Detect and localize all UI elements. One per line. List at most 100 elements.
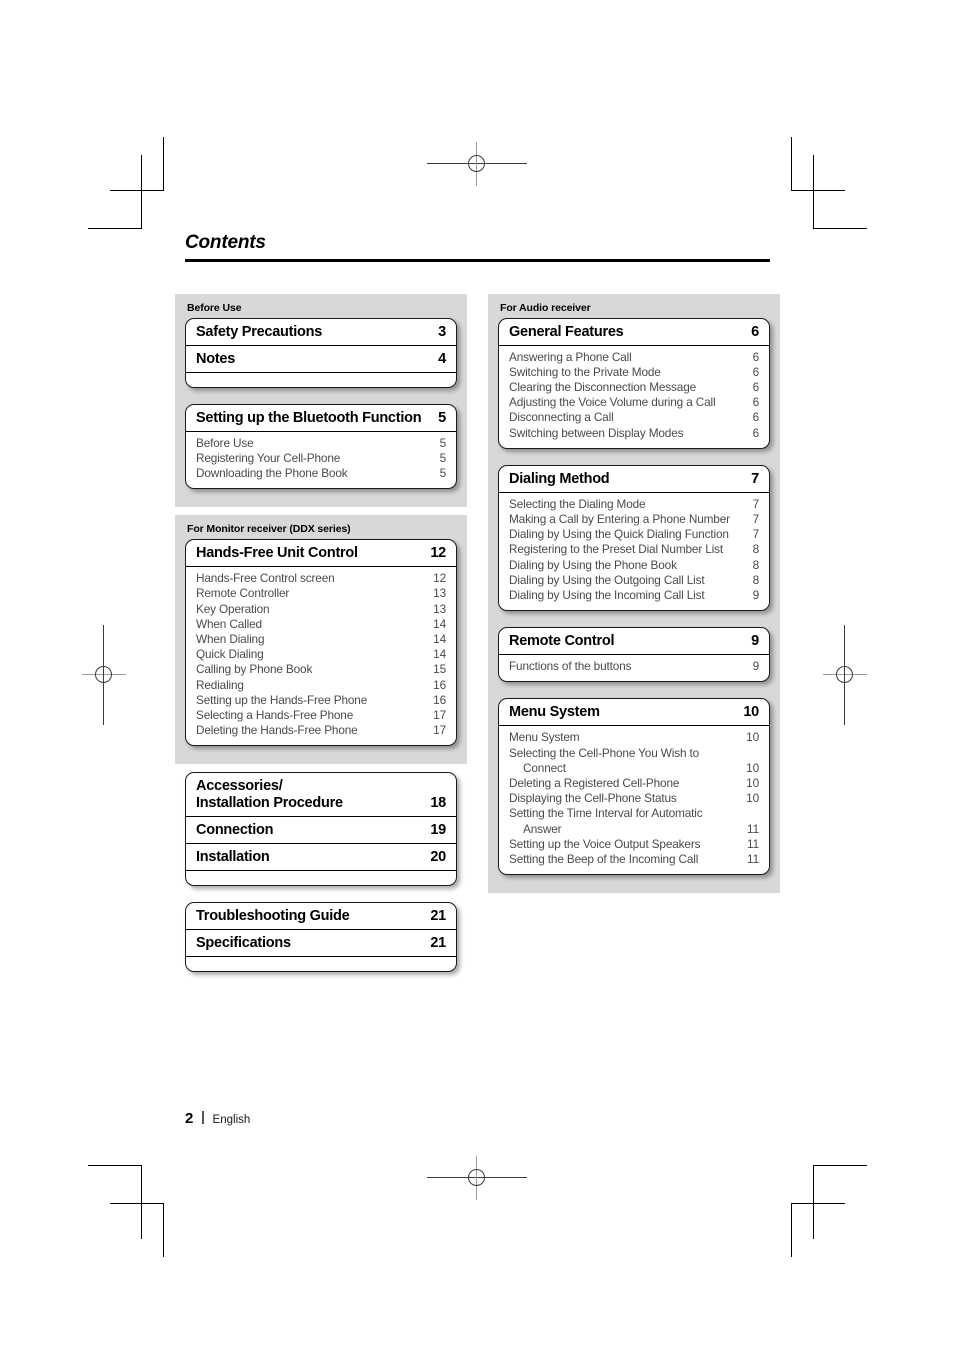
entry-page-number: 8: [752, 542, 760, 557]
entry-title: Remote Controller: [196, 586, 290, 601]
contents-major-entry[interactable]: General Features 6: [499, 319, 769, 346]
contents-sub-entry[interactable]: Clearing the Disconnection Message 6: [509, 380, 759, 395]
entry-page-number: 3: [438, 323, 446, 340]
contents-sub-entry[interactable]: Making a Call by Entering a Phone Number…: [509, 512, 759, 527]
contents-major-entry[interactable]: Menu System 10: [499, 699, 769, 727]
contents-sub-entry[interactable]: Selecting the Dialing Mode 7: [509, 497, 759, 512]
contents-sub-entry[interactable]: Disconnecting a Call 6: [509, 410, 759, 425]
contents-sub-entry[interactable]: Remote Controller 13: [196, 586, 446, 601]
contents-sub-entry[interactable]: Downloading the Phone Book 5: [196, 466, 446, 481]
contents-major-entry[interactable]: Notes 4: [186, 346, 456, 373]
contents-sub-entry[interactable]: Dialing by Using the Incoming Call List 9: [509, 588, 759, 603]
contents-sub-list: Before Use 5 Registering Your Cell-Phone 5 D…: [186, 432, 456, 489]
contents-sub-entry[interactable]: Dialing by Using the Outgoing Call List 8: [509, 573, 759, 588]
entry-page-number: 9: [752, 587, 760, 602]
entry-page-number: 7: [751, 470, 759, 487]
contents-group: Accessories/ Installation Procedure 18 Con…: [185, 772, 457, 973]
contents-sub-entry[interactable]: Setting the Time Interval for Automatic A…: [509, 806, 759, 836]
contents-sub-entry[interactable]: When Called 14: [196, 617, 446, 632]
contents-sub-entry[interactable]: Dialing by Using the Quick Dialing Funct…: [509, 527, 759, 542]
contents-sub-entry[interactable]: Hands-Free Control screen 12: [196, 571, 446, 586]
contents-sub-list: Hands-Free Control screen 12 Remote Contro…: [186, 567, 456, 745]
contents-major-entry[interactable]: Setting up the Bluetooth Function 5: [186, 405, 456, 432]
contents-major-entry[interactable]: Specifications 21: [186, 930, 456, 958]
crop-line: [813, 1165, 814, 1239]
entry-title: Deleting the Hands-Free Phone: [196, 723, 358, 738]
crop-line: [88, 228, 142, 229]
crop-line: [813, 1165, 867, 1166]
title-underline: [185, 259, 770, 262]
contents-major-entry[interactable]: Installation 20: [186, 844, 456, 872]
contents-major-entry[interactable]: Safety Precautions 3: [186, 319, 456, 346]
contents-card: Remote Control 9 Functions of the buttons 9: [498, 627, 770, 683]
contents-major-entry[interactable]: Dialing Method 7: [499, 466, 769, 493]
contents-sub-list: Selecting the Dialing Mode 7 Making a Call…: [499, 493, 769, 610]
contents-column-left: Before Use Safety Precautions 3 Notes 4 Setti…: [175, 293, 467, 981]
contents-sub-list: Answering a Phone Call 6 Switching to the …: [499, 346, 769, 448]
crop-line: [813, 228, 867, 229]
contents-sub-entry[interactable]: Quick Dialing 14: [196, 647, 446, 662]
entry-page-number: 4: [438, 350, 446, 367]
entry-title: Setting up the Hands-Free Phone: [196, 692, 368, 707]
contents-sub-entry[interactable]: Calling by Phone Book 15: [196, 662, 446, 677]
contents-major-entry[interactable]: Remote Control 9: [499, 628, 769, 656]
entry-title: Safety Precautions: [196, 323, 323, 340]
contents-sub-entry[interactable]: Selecting the Cell-Phone You Wish to Conn…: [509, 746, 759, 776]
entry-page-number: 19: [430, 822, 446, 839]
contents-sub-entry[interactable]: Registering Your Cell-Phone 5: [196, 451, 446, 466]
entry-title: Remote Control: [509, 633, 615, 650]
contents-sub-entry[interactable]: Switching between Display Modes 6: [509, 426, 759, 441]
contents-group: For Audio receiver General Features 6 Answe…: [488, 293, 780, 894]
contents-sub-entry[interactable]: Redialing 16: [196, 678, 446, 693]
contents-sub-entry[interactable]: Registering to the Preset Dial Number Li…: [509, 542, 759, 557]
contents-major-entry[interactable]: Accessories/ Installation Procedure 18: [186, 773, 456, 818]
entry-title: Registering Your Cell-Phone: [196, 450, 341, 465]
contents-sub-entry[interactable]: Functions of the buttons 9: [509, 659, 759, 674]
contents-sub-entry[interactable]: Adjusting the Voice Volume during a Call…: [509, 395, 759, 410]
contents-major-entry[interactable]: Troubleshooting Guide 21: [186, 903, 456, 931]
entry-title: Making a Call by Entering a Phone Number: [509, 511, 730, 526]
crop-line: [791, 1203, 792, 1257]
entry-page-number: 5: [438, 409, 446, 426]
contents-sub-entry[interactable]: Answering a Phone Call 6: [509, 350, 759, 365]
contents-sub-entry[interactable]: Deleting a Registered Cell-Phone 10: [509, 776, 759, 791]
contents-sub-entry[interactable]: Setting up the Voice Output Speakers 11: [509, 837, 759, 852]
contents-sub-entry[interactable]: Displaying the Cell-Phone Status 10: [509, 791, 759, 806]
contents-sub-entry[interactable]: Setting the Beep of the Incoming Call 11: [509, 852, 759, 867]
entry-page-number: 16: [433, 692, 446, 707]
contents-sub-entry[interactable]: Before Use 5: [196, 436, 446, 451]
contents-card: Dialing Method 7 Selecting the Dialing Mod…: [498, 464, 770, 612]
entry-page-number: 11: [747, 821, 759, 836]
contents-sub-list: Menu System 10 Selecting the Cell-Phone Yo…: [499, 726, 769, 874]
entry-page-number: 13: [433, 601, 446, 616]
contents-sub-entry[interactable]: Switching to the Private Mode 6: [509, 365, 759, 380]
contents-sub-entry[interactable]: Selecting a Hands-Free Phone 17: [196, 708, 446, 723]
entry-page-number: 21: [430, 935, 446, 952]
entry-title: Dialing by Using the Quick Dialing Funct…: [509, 527, 729, 542]
entry-title: Troubleshooting Guide: [196, 908, 350, 925]
entry-title-continuation: Answer: [523, 821, 562, 836]
entry-title: Disconnecting a Call: [509, 410, 614, 425]
entry-title: Installation: [196, 849, 270, 866]
entry-page-number: 7: [752, 511, 760, 526]
entry-title: Switching between Display Modes: [509, 425, 684, 440]
entry-title: Functions of the buttons: [509, 659, 632, 674]
contents-sub-entry[interactable]: Dialing by Using the Phone Book 8: [509, 558, 759, 573]
entry-page-number: 7: [752, 527, 760, 542]
contents-sub-entry[interactable]: Key Operation 13: [196, 602, 446, 617]
contents-sub-entry[interactable]: Deleting the Hands-Free Phone 17: [196, 723, 446, 738]
entry-title: Answering a Phone Call: [509, 349, 632, 364]
contents-major-entry[interactable]: Connection 19: [186, 817, 456, 845]
contents-page: Contents Before Use Safety Precautions 3 No…: [175, 232, 780, 973]
entry-page-number: 12: [433, 571, 446, 586]
entry-title: Dialing by Using the Phone Book: [509, 557, 677, 572]
contents-sub-entry[interactable]: Menu System 10: [509, 730, 759, 745]
registration-mark-left: [82, 625, 126, 725]
contents-sub-entry[interactable]: When Dialing 14: [196, 632, 446, 647]
contents-major-entry[interactable]: Hands-Free Unit Control 12: [186, 540, 456, 568]
entry-title: Dialing Method: [509, 470, 610, 487]
contents-sub-entry[interactable]: Setting up the Hands-Free Phone 16: [196, 693, 446, 708]
entry-title-continuation: Connect: [523, 760, 566, 775]
entry-page-number: 10: [746, 791, 759, 806]
card-tail-spacer: [186, 373, 456, 387]
